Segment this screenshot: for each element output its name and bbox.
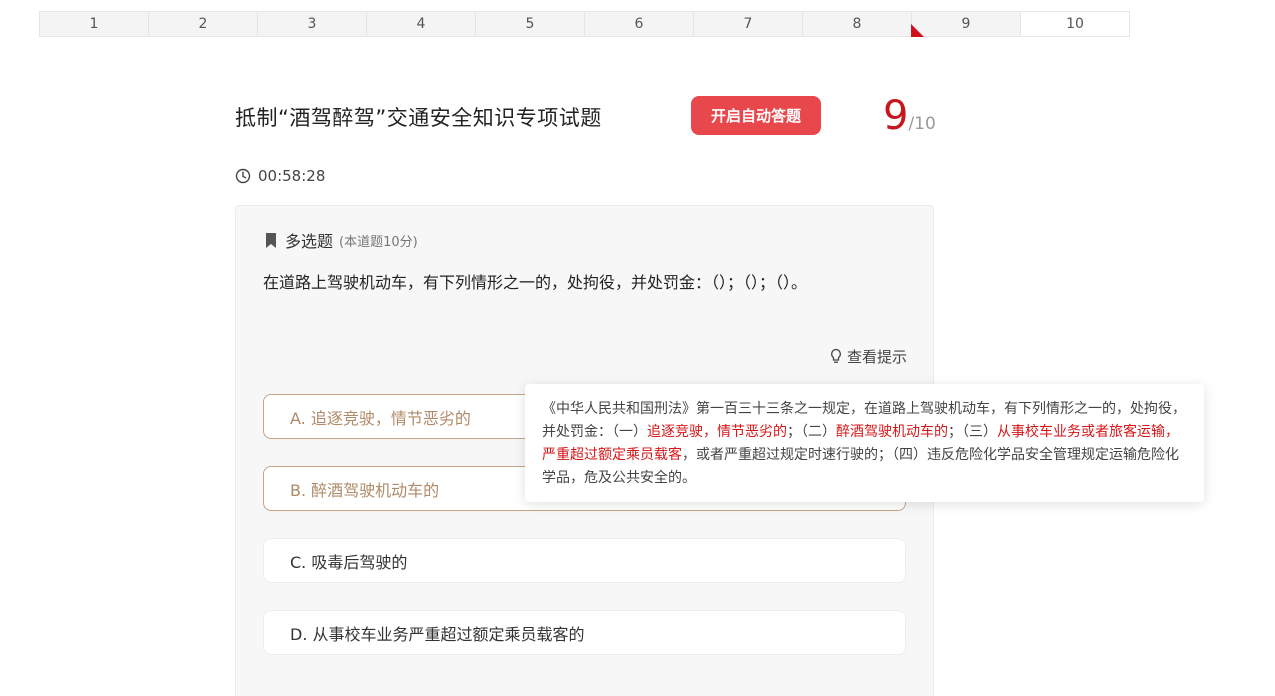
- question-nav: 1 2 3 4 5 6 7 8 9 10: [39, 11, 1130, 37]
- countdown-timer: 00:58:28: [235, 167, 325, 185]
- option-d[interactable]: D. 从事校车业务严重超过额定乘员载客的: [263, 610, 906, 655]
- question-tab-9[interactable]: 9: [911, 11, 1021, 37]
- question-tab-10[interactable]: 10: [1020, 11, 1130, 37]
- question-tab-8[interactable]: 8: [802, 11, 912, 37]
- question-type: 多选题 (本道题10分): [264, 228, 418, 252]
- question-tab-4[interactable]: 4: [366, 11, 476, 37]
- question-progress: 9/10: [883, 92, 936, 140]
- question-tab-6[interactable]: 6: [584, 11, 694, 37]
- view-hint-label: 查看提示: [846, 348, 907, 366]
- question-tab-3[interactable]: 3: [257, 11, 367, 37]
- hint-highlight: 醉酒驾驶机动车的: [836, 424, 948, 440]
- question-score: (本道题10分): [339, 234, 418, 250]
- lightbulb-icon: [831, 348, 841, 363]
- hint-text: ；（二）: [787, 424, 836, 440]
- progress-total: /10: [908, 114, 936, 134]
- clock-icon: [235, 168, 251, 184]
- option-c[interactable]: C. 吸毒后驾驶的: [263, 538, 906, 583]
- question-tab-2[interactable]: 2: [148, 11, 258, 37]
- question-tab-5[interactable]: 5: [475, 11, 585, 37]
- progress-current: 9: [883, 93, 909, 139]
- timer-value: 00:58:28: [258, 167, 326, 185]
- question-text: 在道路上驾驶机动车，有下列情形之一的，处拘役，并处罚金：（）；（）；（）。: [263, 273, 808, 292]
- bookmark-icon: [266, 232, 276, 248]
- question-tab-7[interactable]: 7: [693, 11, 803, 37]
- hint-text: ；（三）: [948, 424, 997, 440]
- current-marker: [911, 24, 924, 37]
- question-tab-1[interactable]: 1: [39, 11, 149, 37]
- hint-highlight: 追逐竞驶，情节恶劣的: [647, 424, 787, 440]
- hint-tooltip: 《中华人民共和国刑法》第一百三十三条之一规定，在道路上驾驶机动车，有下列情形之一…: [525, 384, 1204, 502]
- question-type-label: 多选题: [285, 232, 334, 251]
- question-tab-label: 9: [961, 16, 971, 32]
- view-hint-button[interactable]: 查看提示: [829, 346, 907, 367]
- exam-title: 抵制“酒驾醉驾”交通安全知识专项试题: [235, 106, 602, 130]
- auto-answer-button[interactable]: 开启自动答题: [691, 96, 821, 135]
